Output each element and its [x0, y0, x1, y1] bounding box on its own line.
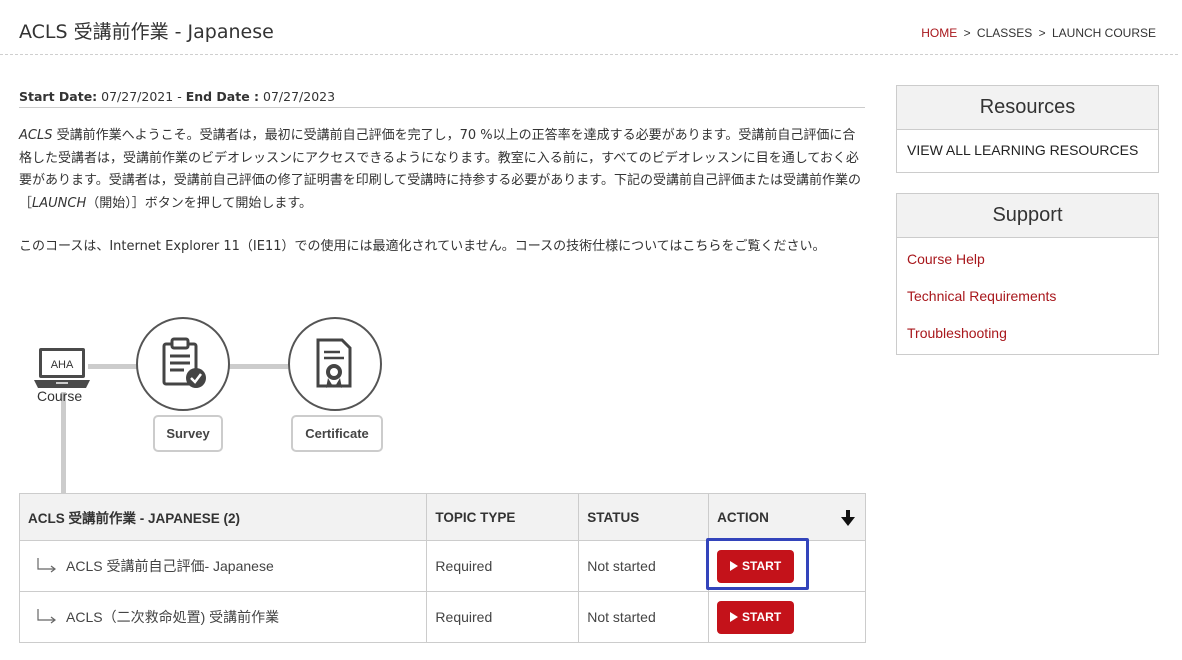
start-button[interactable]: START [717, 549, 795, 583]
topic-type-cell: Required [426, 540, 580, 592]
survey-step-circle [136, 317, 230, 411]
certificate-step-circle [288, 317, 382, 411]
play-icon [730, 612, 739, 622]
browser-note-text-a: このコースは、Internet Explorer 11（IE11）での使用には最… [19, 239, 683, 254]
course-help-link[interactable]: Course Help [897, 241, 1158, 278]
topic-type-cell: Required [426, 591, 580, 643]
troubleshooting-link[interactable]: Troubleshooting [897, 315, 1158, 352]
page-header: ACLS 受講前作業 - Japanese HOME > CLASSES > L… [0, 0, 1178, 55]
resources-panel: Resources VIEW ALL LEARNING RESOURCES [896, 85, 1159, 173]
certificate-button[interactable]: Certificate [291, 415, 383, 452]
breadcrumb-separator: > [963, 26, 971, 40]
laptop-aha-text: AHA [51, 359, 74, 371]
course-label: Course [37, 388, 83, 404]
course-dates: Start Date: 07/27/2021 - End Date : 07/2… [19, 89, 865, 108]
status-cell: Not started [578, 591, 710, 643]
start-button[interactable]: START [717, 600, 795, 634]
sub-item-arrow-icon [37, 558, 56, 573]
intro-acls-italic: ACLS [19, 128, 53, 143]
table-row: ACLS 受講前自己評価- Japanese Required Not star… [18, 540, 866, 592]
breadcrumb-classes[interactable]: CLASSES [977, 26, 1032, 40]
certificate-icon [316, 338, 352, 388]
topic-cell: ACLS（二次救命処置) 受講前作業 [18, 591, 428, 643]
path-connector [61, 392, 66, 493]
support-panel: Support Course Help Technical Requiremen… [896, 193, 1159, 355]
action-cell: START [708, 591, 866, 643]
topic-name: ACLS 受講前自己評価- Japanese [66, 558, 274, 574]
column-header-topic: ACLS 受講前作業 - JAPANESE (2) [18, 493, 428, 541]
survey-button[interactable]: Survey [153, 415, 223, 452]
breadcrumb: HOME > CLASSES > LAUNCH COURSE [921, 26, 1156, 40]
sub-item-arrow-icon [37, 609, 56, 624]
browser-note-paragraph: このコースは、Internet Explorer 11（IE11）での使用には最… [19, 236, 849, 259]
topic-name: ACLS（二次救命処置) 受講前作業 [66, 609, 280, 625]
page-title: ACLS 受講前作業 - Japanese [19, 21, 274, 43]
topics-table: ACLS 受講前作業 - JAPANESE (2) TOPIC TYPE STA… [18, 493, 866, 643]
support-links: Course Help Technical Requirements Troub… [897, 238, 1158, 352]
end-date-label: End Date : [185, 89, 260, 104]
intro-launch-italic: LAUNCH [32, 195, 87, 211]
laptop-icon: AHA [34, 348, 90, 388]
start-date-label: Start Date: [19, 89, 98, 104]
table-header-row: ACLS 受講前作業 - JAPANESE (2) TOPIC TYPE STA… [18, 493, 866, 541]
view-all-resources-link[interactable]: VIEW ALL LEARNING RESOURCES [897, 130, 1158, 170]
intro-text-b: （開始）］ボタンを押して開始します。 [86, 195, 313, 211]
clipboard-check-icon [162, 337, 206, 388]
technical-requirements-link[interactable]: Technical Requirements [897, 278, 1158, 315]
column-header-topic-type: TOPIC TYPE [426, 493, 580, 541]
learning-path: AHA Course Survey Certificate [0, 300, 460, 500]
date-dash: - [177, 89, 182, 104]
breadcrumb-current: LAUNCH COURSE [1051, 26, 1156, 40]
table-row: ACLS（二次救命処置) 受講前作業 Required Not started … [18, 591, 866, 643]
end-date-value: 07/27/2023 [263, 89, 336, 104]
tech-specs-link[interactable]: こちら [682, 239, 721, 254]
start-date-value: 07/27/2021 [101, 89, 174, 104]
resources-title: Resources [897, 86, 1158, 130]
sort-down-arrow-icon[interactable] [840, 509, 856, 527]
status-cell: Not started [578, 540, 710, 592]
topic-cell: ACLS 受講前自己評価- Japanese [18, 540, 428, 592]
column-header-status: STATUS [578, 493, 710, 541]
browser-note-text-b: をご覧ください。 [721, 239, 826, 254]
play-icon [730, 561, 739, 571]
support-title: Support [897, 194, 1158, 238]
breadcrumb-separator: > [1038, 26, 1046, 40]
breadcrumb-home-link[interactable]: HOME [921, 26, 957, 40]
start-button-label: START [742, 559, 782, 573]
action-cell: START [708, 540, 866, 592]
intro-paragraph: ACLS 受講前作業へようこそ。受講者は，最初に受講前自己評価を完了し，70 %… [19, 125, 865, 215]
start-button-label: START [742, 610, 782, 624]
